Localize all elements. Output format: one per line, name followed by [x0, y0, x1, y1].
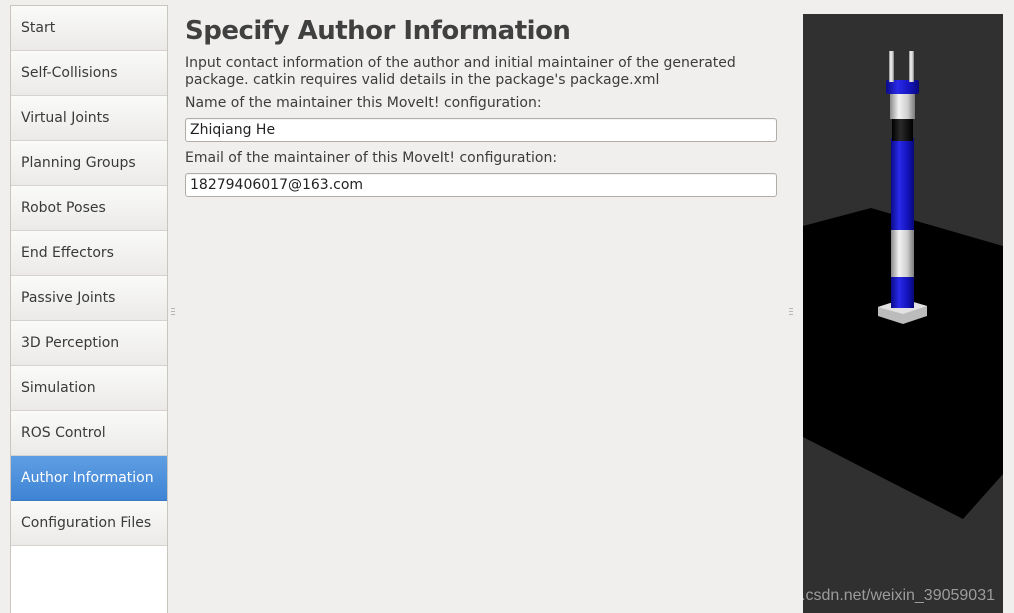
sidebar-item-virtual-joints[interactable]: Virtual Joints: [11, 96, 167, 141]
maintainer-email-input[interactable]: [185, 173, 777, 197]
link-gray-upper: [890, 92, 915, 119]
sidebar-item-author-information[interactable]: Author Information: [11, 456, 167, 501]
description-line-2: package. catkin requires valid details i…: [185, 72, 660, 88]
gripper-base: [886, 80, 919, 94]
robot-scene: [803, 51, 1003, 519]
watermark-text: https://blog.csdn.net/weixin_39059031: [803, 587, 995, 604]
sidebar-item-ros-control[interactable]: ROS Control: [11, 411, 167, 456]
sidebar-item-passive-joints[interactable]: Passive Joints: [11, 276, 167, 321]
sidebar-item-start[interactable]: Start: [11, 6, 167, 51]
left-splitter-handle[interactable]: [171, 308, 175, 315]
sidebar-item-configuration-files[interactable]: Configuration Files: [11, 501, 167, 546]
link-blue-lower: [891, 274, 914, 308]
sidebar-item-3d-perception[interactable]: 3D Perception: [11, 321, 167, 366]
description-line-1: Input contact information of the author …: [185, 55, 736, 71]
sidebar-item-end-effectors[interactable]: End Effectors: [11, 231, 167, 276]
right-splitter-handle[interactable]: [789, 308, 793, 315]
step-sidebar: Start Self-Collisions Virtual Joints Pla…: [10, 5, 168, 613]
maintainer-name-input[interactable]: [185, 118, 777, 142]
author-information-panel: Specify Author Information Input contact…: [185, 14, 785, 197]
name-label: Name of the maintainer this MoveIt! conf…: [185, 95, 542, 111]
robot-3d-viewport[interactable]: https://blog.csdn.net/weixin_39059031: [803, 14, 1003, 613]
gripper-finger-right: [909, 51, 914, 82]
sidebar-item-simulation[interactable]: Simulation: [11, 366, 167, 411]
link-blue-main: [891, 138, 914, 230]
sidebar-item-self-collisions[interactable]: Self-Collisions: [11, 51, 167, 96]
link-gray-middle: [891, 227, 914, 277]
email-label: Email of the maintainer of this MoveIt! …: [185, 150, 558, 166]
sidebar-item-robot-poses[interactable]: Robot Poses: [11, 186, 167, 231]
sidebar-item-planning-groups[interactable]: Planning Groups: [11, 141, 167, 186]
link-black-joint: [892, 117, 913, 141]
gripper-finger-left: [889, 51, 894, 82]
page-title: Specify Author Information: [185, 16, 571, 46]
